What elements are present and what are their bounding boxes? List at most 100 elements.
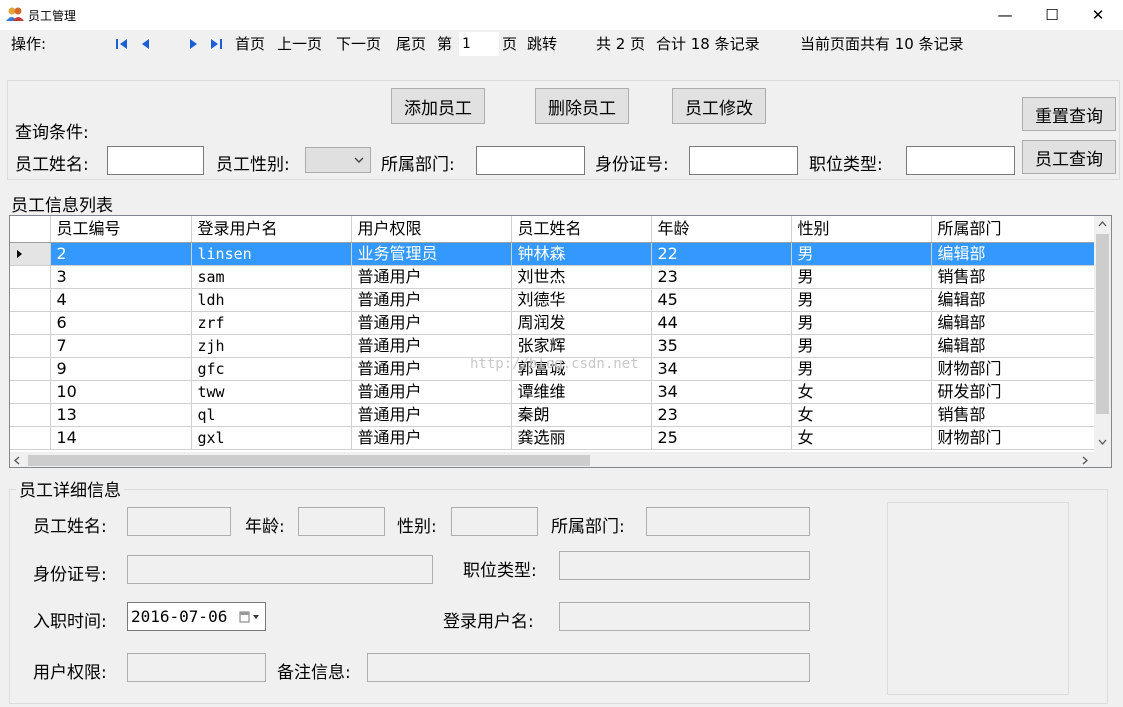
row-header[interactable]: [10, 334, 51, 358]
detail-position-field[interactable]: [559, 551, 810, 580]
cell[interactable]: 男: [791, 357, 932, 381]
cell[interactable]: 女: [791, 380, 932, 404]
cell[interactable]: 14: [50, 426, 192, 450]
cell[interactable]: 男: [791, 311, 932, 335]
detail-gender-field[interactable]: [451, 507, 538, 536]
table-row[interactable]: 2 linsen 业务管理员 钟林森 22 男 编辑部: [10, 242, 1095, 266]
horizontal-scroll-thumb[interactable]: [28, 455, 590, 466]
cell[interactable]: 普通用户: [351, 380, 512, 404]
cell[interactable]: 9: [50, 357, 192, 381]
detail-note-field[interactable]: [367, 653, 810, 682]
cell[interactable]: zrf: [191, 311, 352, 335]
cell[interactable]: ql: [191, 403, 352, 427]
cell[interactable]: 女: [791, 403, 932, 427]
page-number-input[interactable]: [459, 32, 499, 56]
calendar-dropdown-icon[interactable]: [239, 611, 261, 623]
cell[interactable]: 25: [651, 426, 792, 450]
table-row[interactable]: 7 zjh 普通用户 张家辉 35 男 编辑部: [10, 334, 1095, 358]
detail-username-field[interactable]: [559, 602, 810, 631]
cell[interactable]: 普通用户: [351, 288, 512, 312]
table-row[interactable]: 4 ldh 普通用户 刘德华 45 男 编辑部: [10, 288, 1095, 312]
search-employee-button[interactable]: 员工查询: [1022, 140, 1116, 174]
table-row[interactable]: 6 zrf 普通用户 周润发 44 男 编辑部: [10, 311, 1095, 335]
jump-link[interactable]: 跳转: [527, 35, 557, 53]
cell[interactable]: 35: [651, 334, 792, 358]
cell[interactable]: 龚选丽: [511, 426, 652, 450]
column-header[interactable]: 员工编号: [50, 216, 192, 243]
table-row[interactable]: 14 gxl 普通用户 龚选丽 25 女 财物部门: [10, 426, 1095, 450]
cell[interactable]: 秦朗: [511, 403, 652, 427]
column-header[interactable]: 登录用户名: [191, 216, 352, 243]
cell[interactable]: 业务管理员: [351, 242, 512, 266]
query-name-input[interactable]: [107, 146, 204, 175]
cell[interactable]: 男: [791, 242, 932, 266]
table-row[interactable]: 10 tww 普通用户 谭维维 34 女 研发部门: [10, 380, 1095, 404]
detail-perm-field[interactable]: [127, 653, 266, 682]
scroll-left-icon[interactable]: [14, 456, 20, 465]
cell[interactable]: tww: [191, 380, 352, 404]
reset-query-button[interactable]: 重置查询: [1022, 97, 1116, 131]
query-dept-input[interactable]: [476, 146, 585, 175]
delete-employee-button[interactable]: 删除员工: [535, 88, 629, 124]
column-header[interactable]: 年龄: [651, 216, 792, 243]
cell[interactable]: 销售部: [931, 265, 1095, 289]
cell[interactable]: 6: [50, 311, 192, 335]
row-header[interactable]: [10, 380, 51, 404]
cell[interactable]: 周润发: [511, 311, 652, 335]
cell[interactable]: 22: [651, 242, 792, 266]
cell[interactable]: 普通用户: [351, 334, 512, 358]
cell[interactable]: 编辑部: [931, 288, 1095, 312]
first-page-icon[interactable]: [115, 38, 129, 50]
cell[interactable]: 45: [651, 288, 792, 312]
first-page-link[interactable]: 首页: [235, 35, 265, 53]
cell[interactable]: 44: [651, 311, 792, 335]
column-header[interactable]: 员工姓名: [511, 216, 652, 243]
query-idcard-input[interactable]: [689, 146, 798, 175]
cell[interactable]: 3: [50, 265, 192, 289]
cell[interactable]: gfc: [191, 357, 352, 381]
cell[interactable]: sam: [191, 265, 352, 289]
cell[interactable]: zjh: [191, 334, 352, 358]
cell[interactable]: 财物部门: [931, 426, 1095, 450]
prev-page-link[interactable]: 上一页: [277, 35, 322, 53]
cell[interactable]: 2: [50, 242, 192, 266]
cell[interactable]: 23: [651, 265, 792, 289]
row-header[interactable]: [10, 265, 51, 289]
vertical-scrollbar[interactable]: [1094, 216, 1111, 452]
cell[interactable]: 普通用户: [351, 426, 512, 450]
cell[interactable]: 张家辉: [511, 334, 652, 358]
row-header[interactable]: [10, 426, 51, 450]
cell[interactable]: 刘德华: [511, 288, 652, 312]
cell[interactable]: 男: [791, 265, 932, 289]
cell[interactable]: 普通用户: [351, 403, 512, 427]
detail-idcard-field[interactable]: [127, 555, 433, 584]
row-header[interactable]: [10, 357, 51, 381]
maximize-button[interactable]: ☐: [1029, 0, 1075, 30]
cell[interactable]: 研发部门: [931, 380, 1095, 404]
cell[interactable]: 4: [50, 288, 192, 312]
scroll-right-icon[interactable]: [1082, 456, 1088, 465]
cell[interactable]: 7: [50, 334, 192, 358]
cell[interactable]: 刘世杰: [511, 265, 652, 289]
hire-date-picker[interactable]: 2016-07-06: [127, 602, 266, 631]
table-row[interactable]: 3 sam 普通用户 刘世杰 23 男 销售部: [10, 265, 1095, 289]
cell[interactable]: 编辑部: [931, 242, 1095, 266]
cell[interactable]: 钟林森: [511, 242, 652, 266]
query-position-input[interactable]: [906, 146, 1015, 175]
cell[interactable]: 34: [651, 380, 792, 404]
cell[interactable]: 女: [791, 426, 932, 450]
cell[interactable]: gxl: [191, 426, 352, 450]
query-gender-select[interactable]: [305, 147, 371, 173]
scroll-down-icon[interactable]: [1098, 439, 1107, 445]
column-header[interactable]: 用户权限: [351, 216, 512, 243]
minimize-button[interactable]: —: [982, 0, 1028, 30]
cell[interactable]: 10: [50, 380, 192, 404]
edit-employee-button[interactable]: 员工修改: [672, 88, 766, 124]
cell[interactable]: linsen: [191, 242, 352, 266]
close-button[interactable]: ✕: [1075, 0, 1121, 30]
detail-dept-field[interactable]: [646, 507, 810, 536]
cell[interactable]: 销售部: [931, 403, 1095, 427]
cell[interactable]: 23: [651, 403, 792, 427]
row-header[interactable]: [10, 403, 51, 427]
row-header[interactable]: [10, 242, 51, 266]
